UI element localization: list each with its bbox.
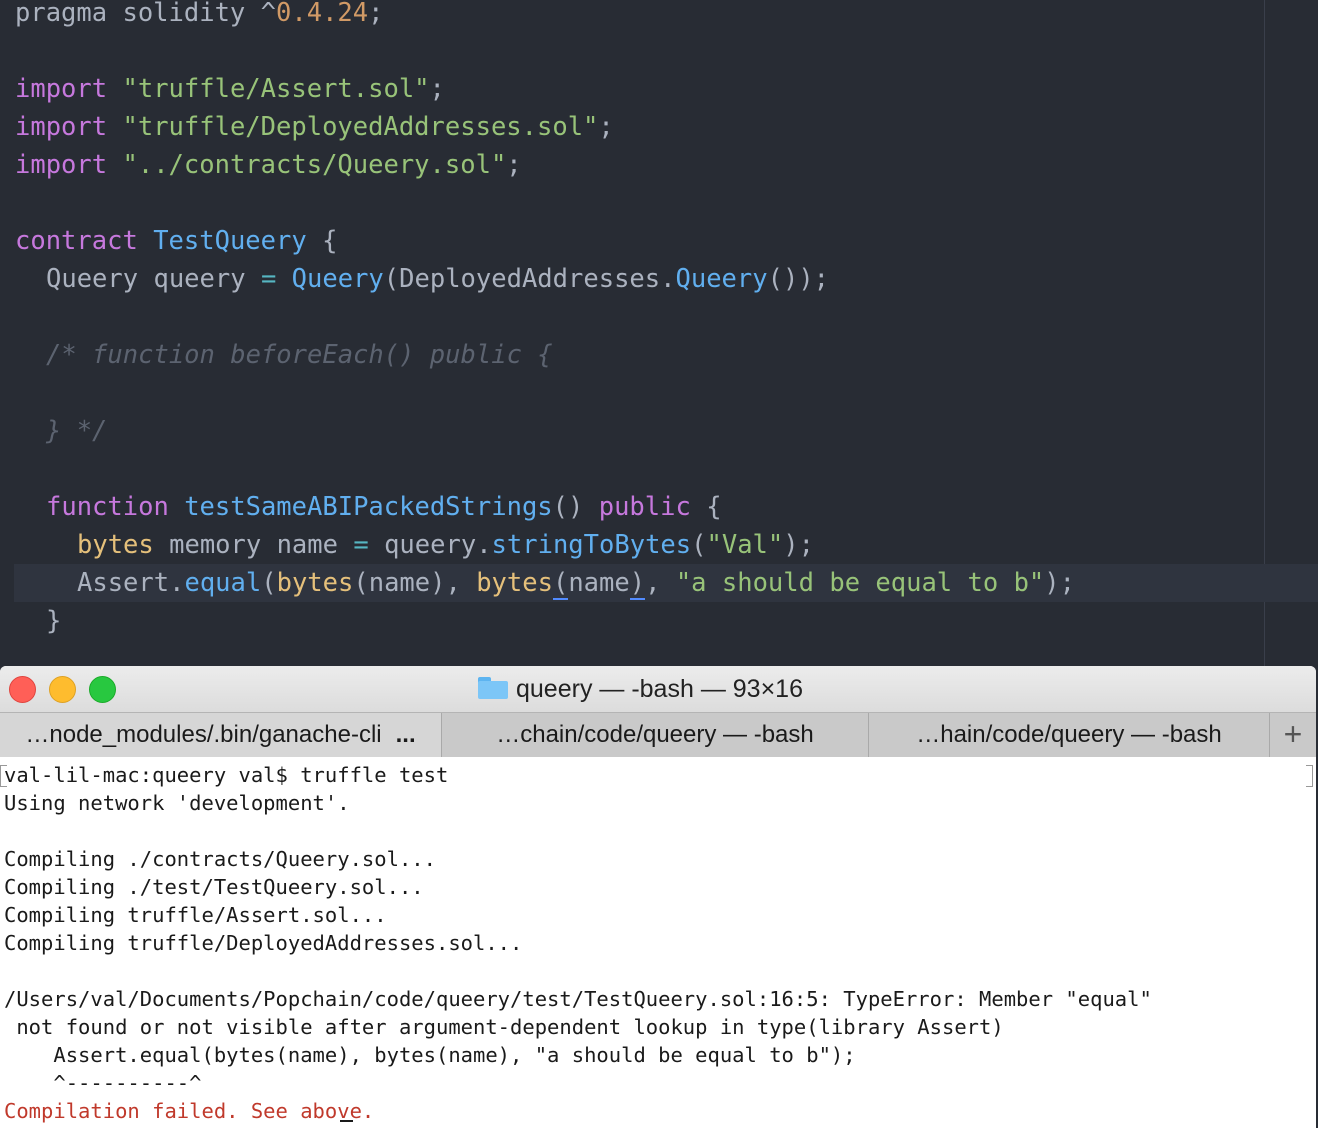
code-line-comment-open: /* function beforeEach() public {	[46, 340, 553, 370]
code-line-function: function testSameABIPackedStrings() publ…	[46, 492, 722, 522]
code-line-import-queery: import "../contracts/Queery.sol";	[15, 150, 522, 180]
terminal-line: /Users/val/Documents/Popchain/code/queer…	[4, 987, 1152, 1011]
folder-icon	[478, 677, 508, 700]
compilation-error-line: Compilation failed. See above.	[4, 1099, 375, 1123]
zoom-window-button[interactable]	[89, 676, 116, 703]
code-line-pragma: pragma solidity ^0.4.24;	[15, 0, 384, 28]
code-editor[interactable]: pragma solidity ^0.4.24; import "truffle…	[0, 0, 1318, 668]
terminal-line: not found or not visible after argument-…	[4, 1015, 1004, 1039]
tab-bash-queery-1[interactable]: …chain/code/queery — -bash	[442, 713, 869, 757]
terminal-line: Compiling ./contracts/Queery.sol...	[4, 847, 436, 871]
new-tab-button[interactable]: +	[1270, 713, 1316, 757]
code-line-assert-equal: Assert.equal(bytes(name), bytes(name), "…	[77, 568, 1075, 600]
terminal-output[interactable]: val-lil-mac:queery val$ truffle test Usi…	[0, 757, 1316, 1128]
window-title: queery — -bash — 93×16	[478, 666, 803, 712]
code-line-comment-close: } */	[46, 416, 108, 446]
terminal-line: Using network 'development'.	[4, 791, 350, 815]
terminal-cursor	[340, 1120, 353, 1122]
code-line-contract: contract TestQueery {	[15, 226, 338, 256]
tab-label: …node_modules/.bin/ganache-cli	[25, 721, 382, 748]
terminal-line: Compiling truffle/DeployedAddresses.sol.…	[4, 931, 523, 955]
tab-label: …chain/code/queery — -bash	[496, 721, 814, 748]
terminal-line: val-lil-mac:queery val$ truffle test	[4, 763, 449, 787]
code-line-import-deployed: import "truffle/DeployedAddresses.sol";	[15, 112, 614, 142]
code-line-import-assert: import "truffle/Assert.sol";	[15, 74, 445, 104]
window-title-text: queery — -bash — 93×16	[516, 675, 803, 703]
tab-bash-queery-2[interactable]: …hain/code/queery — -bash	[869, 713, 1270, 757]
terminal-tab-bar: …node_modules/.bin/ganache-cli... …chain…	[0, 712, 1316, 758]
close-window-button[interactable]	[9, 676, 36, 703]
tab-label: …hain/code/queery — -bash	[916, 721, 1222, 748]
terminal-titlebar[interactable]: queery — -bash — 93×16	[0, 666, 1316, 712]
tab-ganache-cli[interactable]: …node_modules/.bin/ganache-cli...	[0, 713, 442, 757]
terminal-line: Compiling truffle/Assert.sol...	[4, 903, 387, 927]
terminal-line: Compiling ./test/TestQueery.sol...	[4, 875, 424, 899]
terminal-line: Assert.equal(bytes(name), bytes(name), "…	[4, 1043, 856, 1067]
minimize-window-button[interactable]	[49, 676, 76, 703]
terminal-window: queery — -bash — 93×16 …node_modules/.bi…	[0, 666, 1316, 1128]
selection-bracket-right	[1306, 765, 1313, 787]
code-line-queery-decl: Queery queery = Queery(DeployedAddresses…	[46, 264, 830, 294]
code-line-bytes-memory: bytes memory name = queery.stringToBytes…	[77, 530, 814, 560]
tab-overflow-ellipsis: ...	[395, 721, 416, 748]
code-line-function-close: }	[46, 606, 62, 636]
terminal-line: ^----------^	[4, 1071, 202, 1095]
